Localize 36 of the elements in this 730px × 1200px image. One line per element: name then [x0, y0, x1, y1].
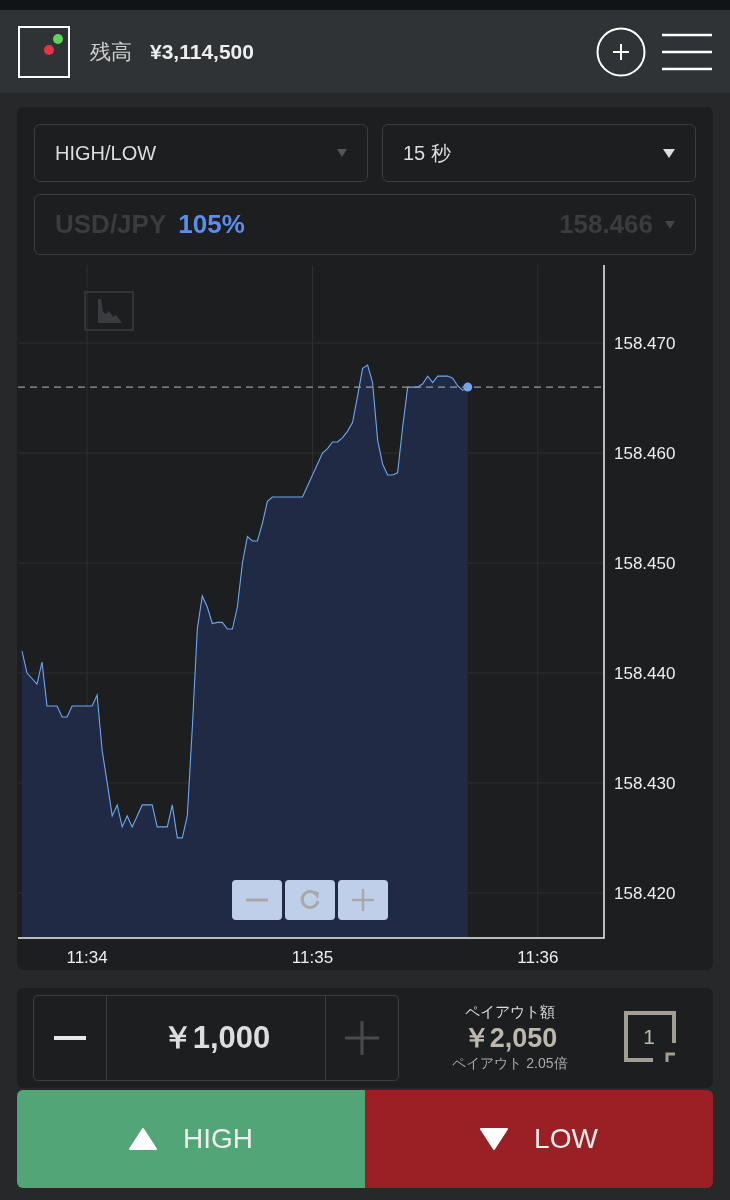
zoom-out-button[interactable] [232, 880, 282, 920]
plus-icon [345, 1021, 379, 1055]
up-triangle-icon [129, 1128, 157, 1150]
add-icon[interactable] [596, 26, 646, 77]
one-click-button[interactable]: 1 [623, 1010, 677, 1066]
plus-icon [352, 889, 374, 911]
caret-icon [337, 149, 347, 157]
y-axis-label: 158.460 [614, 444, 676, 464]
caret-icon [663, 148, 675, 158]
reset-zoom-button[interactable] [285, 880, 335, 920]
y-axis-label: 158.420 [614, 883, 676, 903]
chart-type-icon[interactable] [84, 291, 134, 331]
caret-icon [665, 220, 675, 229]
payout-multiplier: ペイアウト 2.05倍 [452, 1054, 568, 1073]
balance-value: ¥3,114,500 [150, 39, 254, 64]
x-axis-label: 11:34 [66, 948, 108, 967]
zoom-in-button[interactable] [338, 880, 388, 920]
trade-type-dropdown[interactable]: HIGH/LOW [34, 124, 368, 182]
duration-dropdown[interactable]: 15 秒 [382, 124, 696, 182]
low-button[interactable]: LOW [365, 1090, 713, 1188]
x-axis-label: 11:36 [517, 948, 559, 967]
payout-value: ￥2,050 [462, 1022, 558, 1055]
minus-icon [54, 1036, 86, 1040]
y-axis-label: 158.440 [614, 664, 676, 683]
payout-label: ペイアウト額 [465, 1003, 555, 1023]
refresh-icon [299, 889, 321, 911]
minus-icon [246, 898, 268, 902]
y-axis-label: 158.450 [614, 554, 676, 573]
y-axis-label: 158.430 [614, 773, 676, 793]
menu-icon[interactable] [662, 32, 712, 71]
logo-icon [18, 25, 70, 78]
current-price-dot [463, 382, 473, 392]
y-axis-label: 158.470 [614, 334, 676, 354]
down-triangle-icon [480, 1128, 509, 1150]
balance-label: 残高 [90, 38, 132, 65]
x-axis-label: 11:35 [291, 948, 334, 967]
